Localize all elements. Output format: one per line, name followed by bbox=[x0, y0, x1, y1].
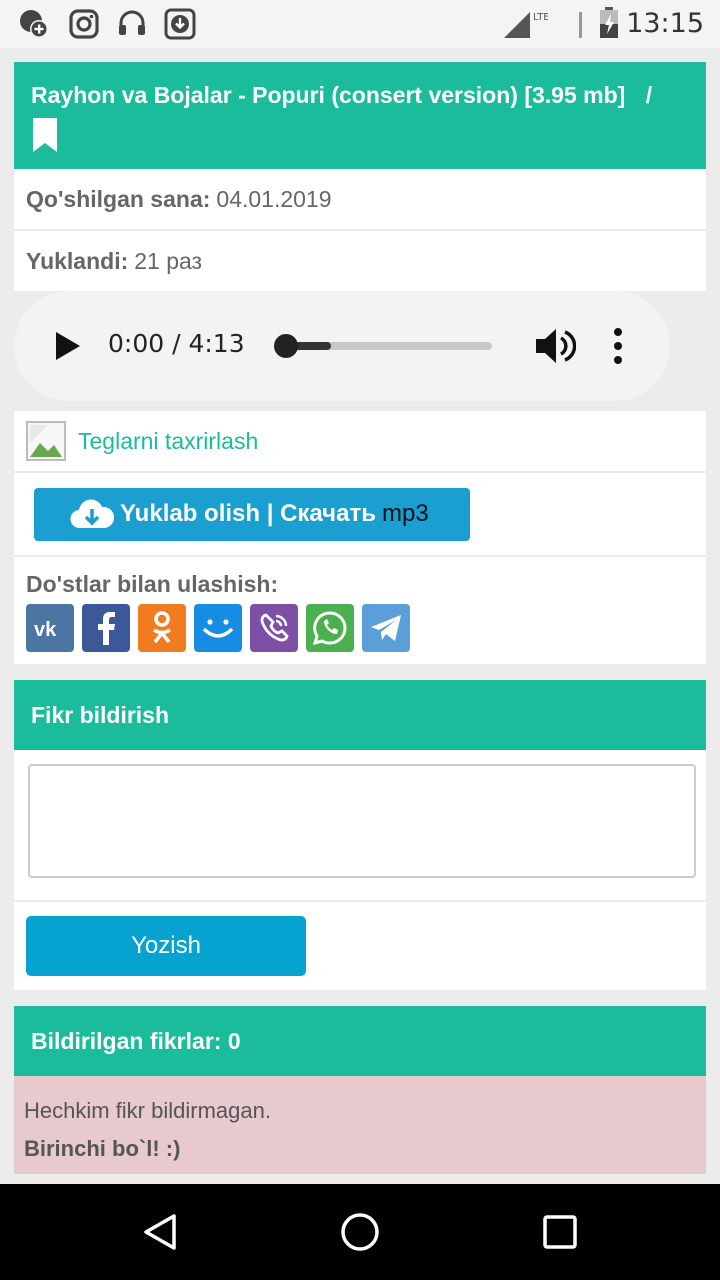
share-title: Do'stlar bilan ulashish: bbox=[26, 571, 279, 597]
song-header: Rayhon va Bojalar - Popuri (consert vers… bbox=[14, 62, 706, 169]
seek-handle[interactable] bbox=[274, 334, 298, 358]
download-label: Yuklab olish | Скачать bbox=[120, 500, 376, 527]
more-options-icon[interactable] bbox=[612, 327, 624, 365]
mailru-icon[interactable] bbox=[194, 604, 242, 652]
submit-row: Yozish bbox=[14, 902, 706, 990]
player-time: 0:00 / 4:13 bbox=[108, 329, 245, 358]
date-row: Qo'shilgan sana: 04.01.2019 bbox=[14, 169, 706, 231]
battery-icon bbox=[600, 7, 618, 38]
downloads-value: 21 раз bbox=[134, 247, 203, 274]
share-row: Do'stlar bilan ulashish: vk bbox=[14, 557, 706, 664]
downloads-label: Yuklandi: bbox=[26, 247, 129, 274]
cloud-download-icon bbox=[70, 499, 114, 529]
download-format: mp3 bbox=[381, 500, 429, 527]
share-icons: vk bbox=[26, 604, 694, 652]
chat-add-icon bbox=[20, 10, 48, 38]
recents-icon[interactable] bbox=[540, 1212, 580, 1252]
page-content: Rayhon va Bojalar - Popuri (consert vers… bbox=[14, 62, 706, 1174]
back-icon[interactable] bbox=[140, 1212, 180, 1252]
instagram-icon bbox=[69, 9, 99, 39]
facebook-icon[interactable] bbox=[82, 604, 130, 652]
downloads-row: Yuklandi: 21 раз bbox=[14, 231, 706, 291]
date-label: Qo'shilgan sana: bbox=[26, 185, 211, 212]
player-wrap: 0:00 / 4:13 bbox=[14, 291, 706, 411]
headset-icon bbox=[119, 10, 145, 35]
bookmark-icon[interactable] bbox=[31, 118, 59, 152]
submit-button[interactable]: Yozish bbox=[26, 916, 306, 976]
comment-section-title: Fikr bildirish bbox=[31, 701, 170, 728]
play-icon[interactable] bbox=[54, 331, 82, 361]
comment-area bbox=[14, 750, 706, 902]
signal-icon: LTE bbox=[504, 12, 548, 38]
volume-icon[interactable] bbox=[534, 327, 576, 365]
date-value: 04.01.2019 bbox=[216, 185, 332, 212]
telegram-icon[interactable] bbox=[362, 604, 410, 652]
download-button[interactable]: Yuklab olish | Скачать mp3 bbox=[34, 487, 470, 541]
be-first-text: Birinchi bo`l! :) bbox=[24, 1136, 181, 1161]
status-time: 13:15 bbox=[626, 8, 704, 39]
comment-textarea[interactable] bbox=[28, 764, 696, 878]
comment-section-header: Fikr bildirish bbox=[14, 680, 706, 750]
navigation-bar bbox=[0, 1184, 720, 1280]
whatsapp-icon[interactable] bbox=[306, 604, 354, 652]
comments-list-header: Bildirilgan fikrlar: 0 bbox=[14, 1006, 706, 1076]
download-icon bbox=[164, 8, 196, 40]
status-bar: LTE 13:15 bbox=[0, 0, 720, 48]
tags-row: Teglarni taxrirlash bbox=[14, 411, 706, 473]
svg-text:vk: vk bbox=[34, 619, 57, 639]
audio-player: 0:00 / 4:13 bbox=[14, 291, 670, 401]
divider-icon bbox=[579, 12, 582, 38]
song-title: Rayhon va Bojalar - Popuri (consert vers… bbox=[31, 82, 626, 108]
no-comments-box: Hechkim fikr bildirmagan. Birinchi bo`l!… bbox=[14, 1076, 706, 1174]
broken-image-icon bbox=[26, 421, 66, 461]
download-row: Yuklab olish | Скачать mp3 bbox=[14, 473, 706, 557]
title-separator: / bbox=[645, 82, 653, 108]
comments-count-title: Bildirilgan fikrlar: 0 bbox=[31, 1027, 241, 1054]
home-icon[interactable] bbox=[338, 1210, 382, 1254]
odnoklassniki-icon[interactable] bbox=[138, 604, 186, 652]
viber-icon[interactable] bbox=[250, 604, 298, 652]
vk-icon[interactable]: vk bbox=[26, 604, 74, 652]
seek-bar[interactable] bbox=[286, 342, 492, 350]
edit-tags-link[interactable]: Teglarni taxrirlash bbox=[78, 428, 258, 455]
svg-text:LTE: LTE bbox=[533, 12, 548, 23]
no-comments-text: Hechkim fikr bildirmagan. bbox=[24, 1098, 271, 1123]
